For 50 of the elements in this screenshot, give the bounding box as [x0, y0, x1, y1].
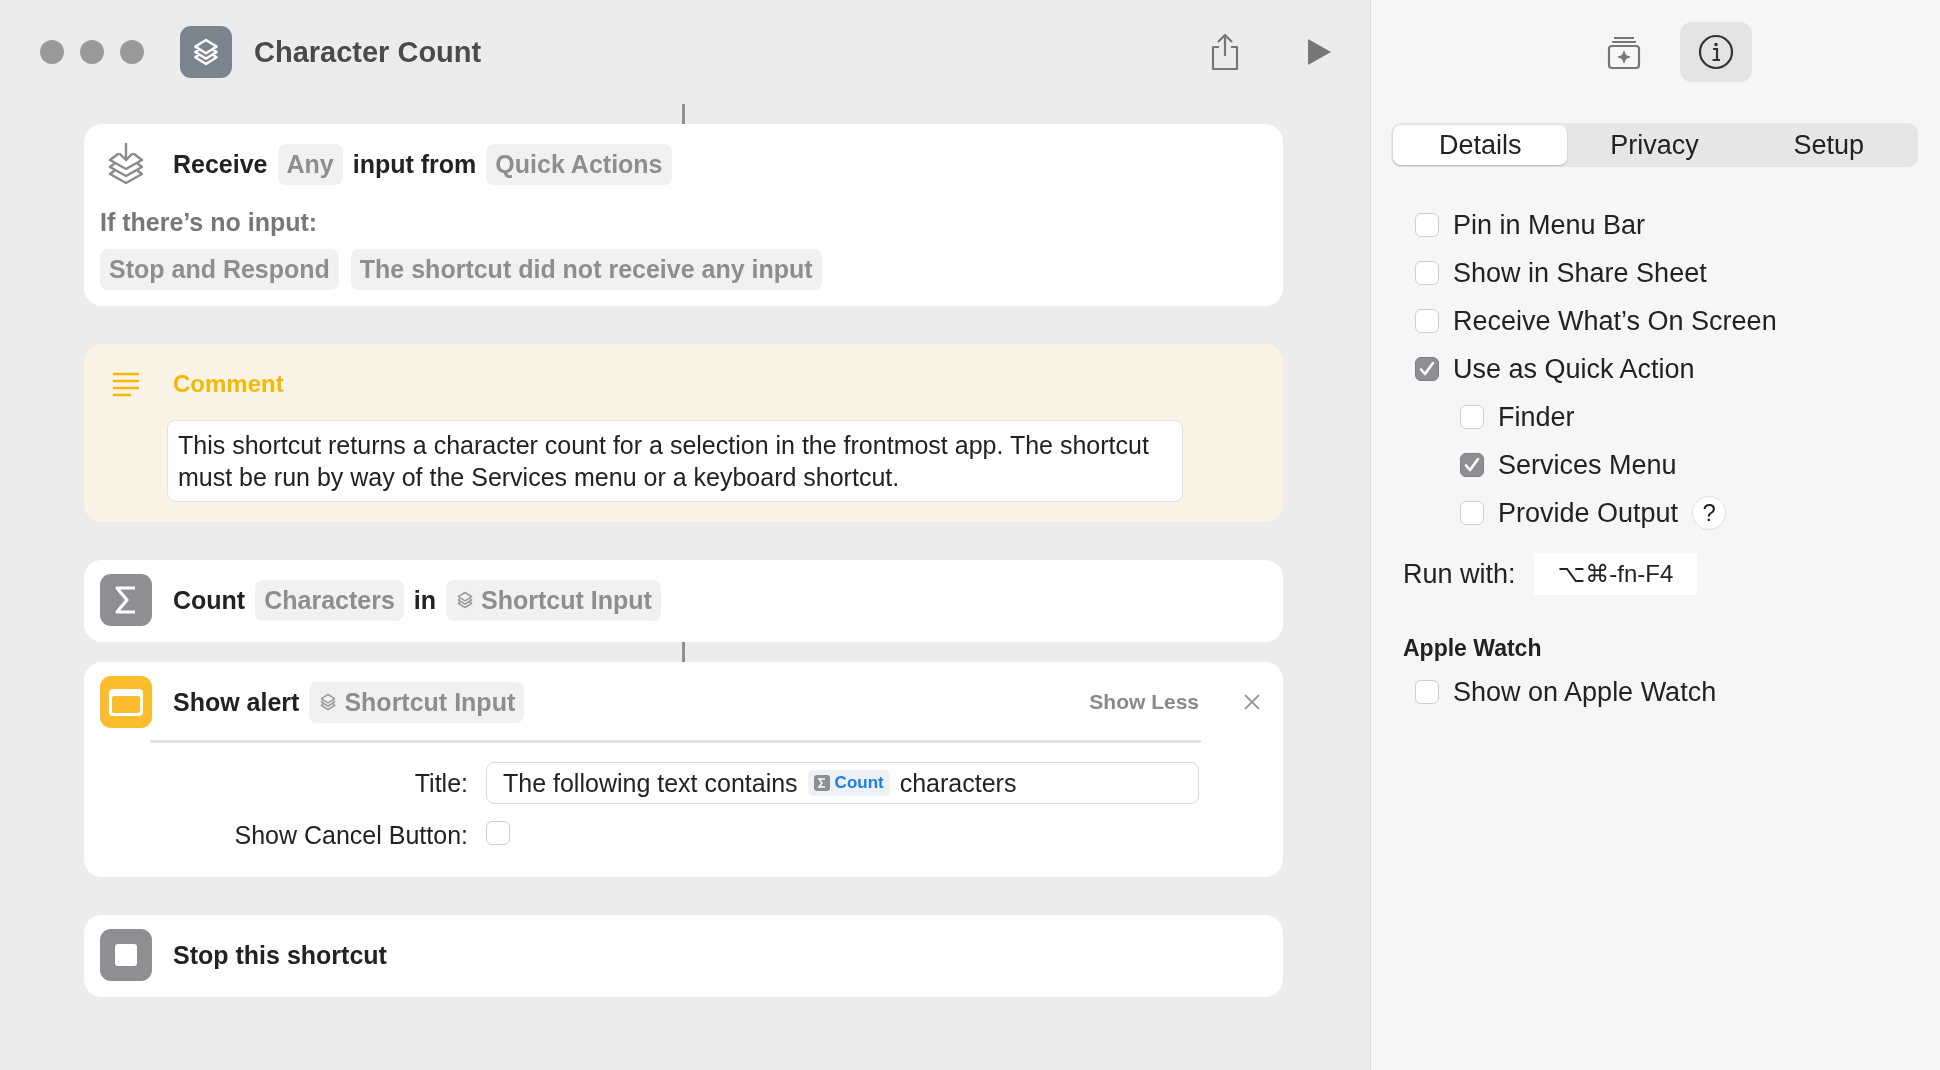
window-title: Character Count — [254, 35, 483, 69]
checkbox[interactable] — [1415, 357, 1439, 381]
option-label: Show in Share Sheet — [1453, 257, 1707, 289]
parameter-token[interactable]: Any — [277, 143, 343, 185]
tab[interactable]: Setup — [1741, 125, 1916, 165]
tab[interactable]: Details — [1393, 125, 1568, 165]
parameter-token[interactable]: Characters — [255, 579, 404, 621]
parameter-token[interactable]: The shortcut did not receive any input — [350, 249, 822, 290]
field-label: Show Cancel Button: — [233, 820, 468, 850]
option-label: Show on Apple Watch — [1453, 676, 1717, 708]
action-label: Stop this shortcut — [173, 940, 387, 970]
option-label: Services Menu — [1498, 449, 1677, 481]
no-input-label: If there’s no input: — [100, 208, 319, 237]
variable-chip[interactable]: Count — [807, 770, 890, 796]
parameter-token[interactable]: Quick Actions — [486, 143, 672, 185]
title-field[interactable]: The following text contains Count characters — [486, 762, 1199, 804]
option-label: Finder — [1498, 401, 1575, 433]
run-with-label: Run with: — [1403, 558, 1516, 590]
window-control[interactable] — [40, 40, 64, 64]
comment-text[interactable]: This shortcut returns a character count for a selection in the frontmost app. The shortcut must be run by way of the Services menu or a keyboard shortcut. — [167, 420, 1183, 502]
sigma-icon — [813, 775, 830, 791]
checkbox[interactable] — [1460, 453, 1484, 477]
option-label: Receive What’s On Screen — [1453, 305, 1777, 337]
tab[interactable]: Privacy — [1567, 125, 1742, 165]
field-label: Title: — [413, 768, 468, 798]
variable-token[interactable]: Shortcut Input — [309, 681, 525, 723]
action-label: in — [413, 585, 437, 615]
comment-title: Comment — [173, 370, 284, 398]
option-label: Pin in Menu Bar — [1453, 209, 1646, 241]
shortcut-field[interactable]: ⌥⌘-fn-F4 — [1533, 553, 1698, 595]
action-label: Count — [173, 585, 246, 615]
info-button[interactable] — [1679, 22, 1752, 82]
action-label: input from — [352, 149, 477, 179]
window-control[interactable] — [80, 40, 104, 64]
option-label: Provide Output — [1498, 497, 1679, 529]
action-label: Receive — [173, 149, 268, 179]
action-label: Show alert — [173, 687, 300, 717]
section-title: Apple Watch — [1403, 635, 1543, 662]
parameter-token[interactable]: Stop and Respond — [100, 249, 339, 290]
alert-window-icon — [100, 676, 152, 728]
variable-token[interactable]: Shortcut Input — [446, 579, 661, 621]
show-less-button[interactable]: Show Less — [1089, 690, 1199, 714]
sigma-icon — [100, 574, 152, 626]
window-control[interactable] — [120, 40, 144, 64]
app-icon — [180, 26, 232, 78]
stop-icon — [100, 929, 152, 981]
option-label: Use as Quick Action — [1453, 353, 1695, 385]
help-button[interactable]: ? — [1692, 496, 1727, 530]
field-text: characters — [899, 768, 1017, 798]
field-text: The following text contains — [503, 768, 798, 798]
